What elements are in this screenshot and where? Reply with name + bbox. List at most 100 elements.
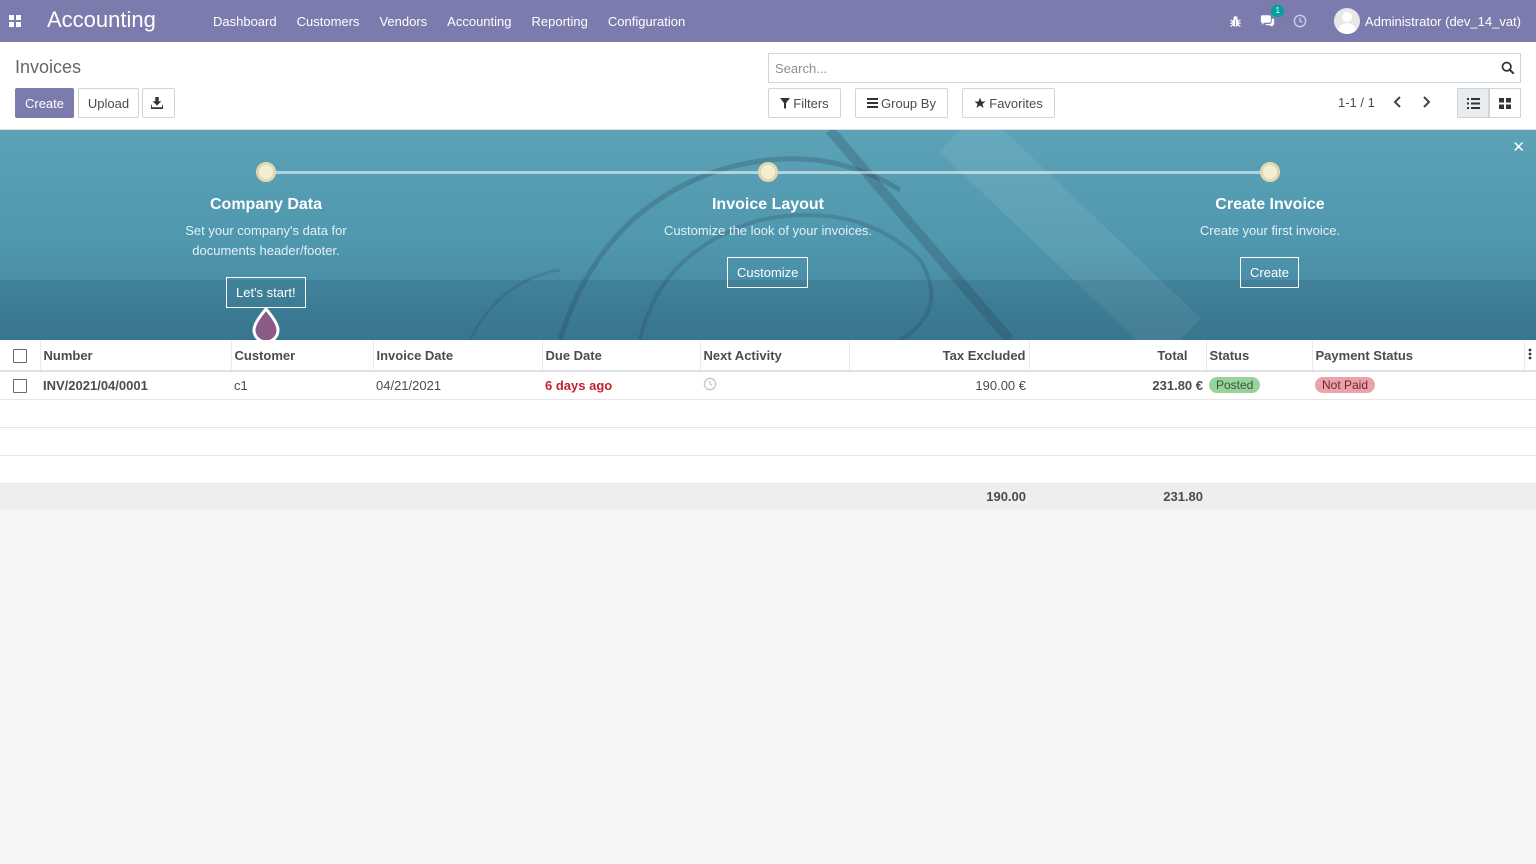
step-title: Company Data	[209, 196, 323, 213]
column-header-payment-status[interactable]: Payment Status	[1312, 340, 1525, 372]
download-icon	[151, 97, 163, 109]
tour-tip-drop-icon[interactable]	[252, 307, 280, 340]
bars-icon	[867, 98, 879, 108]
list-view-button[interactable]	[1457, 88, 1489, 118]
step-dot-company-data	[256, 162, 276, 182]
step-description: Customize the look of your invoices.	[663, 223, 873, 238]
list-icon	[1466, 97, 1480, 109]
menu-item-dashboard[interactable]: Dashboard	[203, 14, 287, 29]
table-footer-totals-row: 190.00 231.80	[0, 483, 1536, 510]
filters-label: Filters	[793, 95, 829, 111]
create-button[interactable]: Create	[15, 88, 74, 118]
select-all-cell	[0, 340, 41, 372]
pager-value[interactable]: 1-1 / 1	[1338, 95, 1375, 110]
step-title: Create Invoice	[1215, 196, 1325, 213]
menu-item-accounting[interactable]: Accounting	[437, 14, 521, 29]
column-header-tax-excluded[interactable]: Tax Excluded	[849, 340, 1030, 372]
select-all-checkbox[interactable]	[12, 348, 27, 363]
step-description: Create your first invoice.	[1199, 223, 1341, 238]
star-icon	[974, 97, 986, 108]
download-button[interactable]	[142, 88, 175, 118]
activity-clock-icon[interactable]	[703, 377, 717, 391]
step-invoice-layout: Invoice Layout Customize the look of you…	[638, 196, 898, 241]
cell-status[interactable]: Posted	[1206, 371, 1312, 400]
cell-payment-status[interactable]: Not Paid	[1312, 371, 1524, 400]
control-panel: Invoices Create Upload Filters Group By …	[0, 42, 1536, 130]
lets-start-button[interactable]: Let's start!	[226, 277, 306, 308]
invoice-table: Number Customer Invoice Date Due Date Ne…	[0, 340, 1536, 510]
search-input[interactable]	[769, 54, 1469, 82]
kanban-view-button[interactable]	[1489, 88, 1521, 118]
column-header-number[interactable]: Number	[40, 340, 232, 372]
group-by-label: Group By	[881, 95, 936, 111]
pager-previous-icon[interactable]	[1390, 94, 1406, 110]
messages-badge: 1	[1271, 5, 1284, 17]
create-invoice-button[interactable]: Create	[1240, 257, 1300, 288]
empty-row	[0, 399, 1536, 428]
column-header-due-date[interactable]: Due Date	[542, 340, 701, 372]
cell-number[interactable]: INV/2021/04/0001	[40, 371, 231, 400]
cell-due-date[interactable]: 6 days ago	[542, 371, 700, 400]
cell-tax-excluded[interactable]: 190.00 €	[849, 371, 1029, 400]
column-header-status[interactable]: Status	[1206, 340, 1313, 372]
status-badge: Posted	[1209, 377, 1261, 394]
menu-item-configuration[interactable]: Configuration	[598, 14, 695, 29]
search-icon[interactable]	[1501, 61, 1515, 75]
favorites-label: Favorites	[989, 95, 1043, 111]
empty-row	[0, 427, 1536, 456]
menu-item-customers[interactable]: Customers	[287, 14, 370, 29]
step-description: documents header/footer.	[192, 243, 340, 258]
activity-clock-icon[interactable]	[1290, 11, 1310, 31]
main-menu: Dashboard Customers Vendors Accounting R…	[203, 0, 695, 42]
column-header-next-activity[interactable]: Next Activity	[700, 340, 850, 372]
step-dot-invoice-layout	[758, 162, 778, 182]
step-dot-create-invoice	[1260, 162, 1280, 182]
footer-total-tax-excluded: 190.00	[849, 483, 1029, 510]
messages-icon[interactable]: 1	[1258, 5, 1284, 31]
customize-button[interactable]: Customize	[727, 257, 809, 288]
navbar-systray: 1 Administrator (dev_14_vat)	[1220, 0, 1536, 42]
footer-total-amount: 231.80	[1029, 483, 1206, 510]
pager-next-icon[interactable]	[1418, 94, 1434, 110]
optional-columns-toggle[interactable]	[1524, 340, 1536, 372]
banner-close-icon[interactable]: ✕	[1512, 138, 1525, 156]
table-header-row: Number Customer Invoice Date Due Date Ne…	[0, 340, 1536, 372]
top-navbar: Accounting Dashboard Customers Vendors A…	[0, 0, 1536, 42]
step-title: Invoice Layout	[711, 196, 825, 213]
apps-menu-icon[interactable]	[9, 15, 21, 27]
menu-item-vendors[interactable]: Vendors	[369, 14, 437, 29]
column-header-customer[interactable]: Customer	[231, 340, 374, 372]
row-end-cell	[1524, 371, 1536, 400]
debug-bug-icon[interactable]	[1226, 11, 1246, 31]
empty-row	[0, 455, 1536, 484]
filters-button[interactable]: Filters	[768, 88, 841, 118]
user-name: Administrator (dev_14_vat)	[1364, 13, 1521, 29]
user-menu[interactable]: Administrator (dev_14_vat)	[1333, 8, 1536, 34]
payment-status-badge: Not Paid	[1315, 377, 1376, 394]
onboarding-banner: ✕ Company Data Set your company's data f…	[0, 130, 1536, 340]
column-header-total[interactable]: Total	[1029, 340, 1207, 372]
column-header-invoice-date[interactable]: Invoice Date	[373, 340, 543, 372]
app-name[interactable]: Accounting	[47, 7, 156, 33]
cell-invoice-date[interactable]: 04/21/2021	[373, 371, 542, 400]
search-bar	[768, 53, 1521, 83]
row-checkbox[interactable]	[13, 379, 27, 394]
breadcrumb: Invoices	[15, 57, 82, 77]
kebab-menu-icon	[1528, 348, 1532, 359]
kanban-icon	[1499, 97, 1511, 109]
upload-button[interactable]: Upload	[78, 88, 139, 118]
step-description: Set your company's data for	[185, 223, 347, 238]
filter-icon	[780, 97, 791, 109]
table-row[interactable]: INV/2021/04/0001 c1 04/21/2021 6 days ag…	[0, 371, 1536, 400]
cell-next-activity[interactable]	[700, 371, 849, 400]
cell-total[interactable]: 231.80 €	[1029, 371, 1206, 400]
step-company-data: Company Data Set your company's data for…	[136, 196, 396, 261]
group-by-button[interactable]: Group By	[855, 88, 948, 118]
menu-item-reporting[interactable]: Reporting	[522, 14, 598, 29]
step-create-invoice: Create Invoice Create your first invoice…	[1140, 196, 1400, 241]
avatar	[1333, 8, 1360, 34]
row-select-cell	[0, 371, 40, 400]
cell-customer[interactable]: c1	[231, 371, 373, 400]
invoice-list: Number Customer Invoice Date Due Date Ne…	[0, 340, 1536, 510]
favorites-button[interactable]: Favorites	[962, 88, 1055, 118]
